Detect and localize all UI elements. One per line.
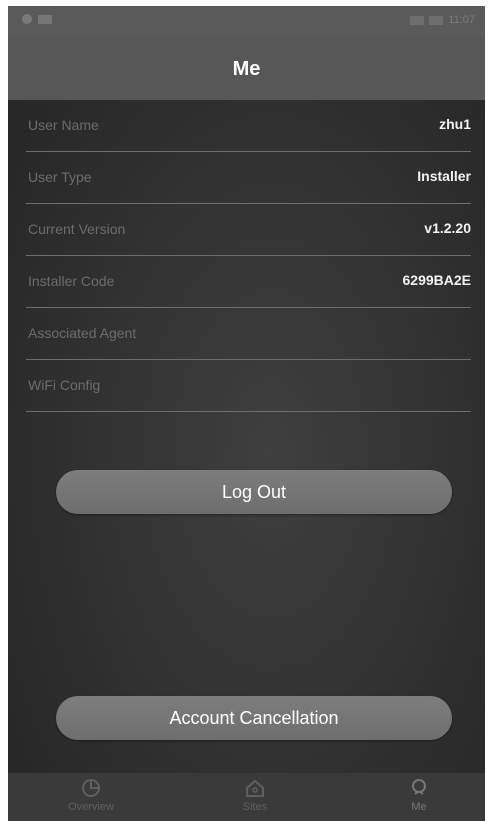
header: Me	[8, 36, 485, 100]
row-user-name: User Name zhu1	[26, 100, 471, 152]
wifi-icon	[410, 15, 425, 25]
tab-me[interactable]: Me	[369, 777, 469, 813]
row-value: v1.2.20	[424, 220, 471, 236]
status-left-icons	[22, 14, 52, 24]
user-icon	[412, 779, 426, 795]
signal-icon	[38, 14, 52, 24]
home-icon	[246, 779, 264, 797]
logout-button[interactable]: Log Out	[56, 470, 452, 514]
row-label: Installer Code	[28, 273, 115, 289]
tab-label: Sites	[242, 801, 268, 813]
account-cancellation-button[interactable]: Account Cancellation	[56, 696, 452, 740]
status-right-icons: 11:07	[410, 14, 475, 26]
row-installer-code: Installer Code 6299BA2E	[26, 256, 471, 308]
row-label: Associated Agent	[28, 325, 137, 341]
circle-icon	[22, 14, 32, 24]
row-label: User Name	[28, 117, 99, 133]
row-label: Current Version	[28, 221, 126, 237]
tab-label: Overview	[68, 801, 114, 813]
row-label: WiFi Config	[28, 377, 101, 393]
profile-list: User Name zhu1 User Type Installer Curre…	[8, 100, 485, 412]
pie-chart-icon	[82, 779, 100, 797]
row-value: zhu1	[439, 116, 471, 132]
tab-sites[interactable]: Sites	[205, 777, 305, 813]
row-user-type: User Type Installer	[26, 152, 471, 204]
row-wifi-config[interactable]: WiFi Config	[26, 360, 471, 412]
status-bar: 11:07	[8, 6, 485, 36]
row-associated-agent[interactable]: Associated Agent	[26, 308, 471, 360]
row-label: User Type	[28, 169, 92, 185]
row-value: 6299BA2E	[402, 272, 472, 288]
row-current-version: Current Version v1.2.20	[26, 204, 471, 256]
page-title: Me	[232, 58, 261, 80]
row-value: Installer	[417, 168, 471, 184]
bottom-tab-bar: Overview Sites Me	[8, 773, 485, 821]
tab-label: Me	[411, 801, 427, 813]
status-time: 11:07	[448, 14, 475, 26]
tab-overview[interactable]: Overview	[41, 777, 141, 813]
app-screen: 11:07 Me User Name zhu1 User Type Instal…	[8, 6, 485, 821]
battery-icon	[429, 15, 444, 25]
